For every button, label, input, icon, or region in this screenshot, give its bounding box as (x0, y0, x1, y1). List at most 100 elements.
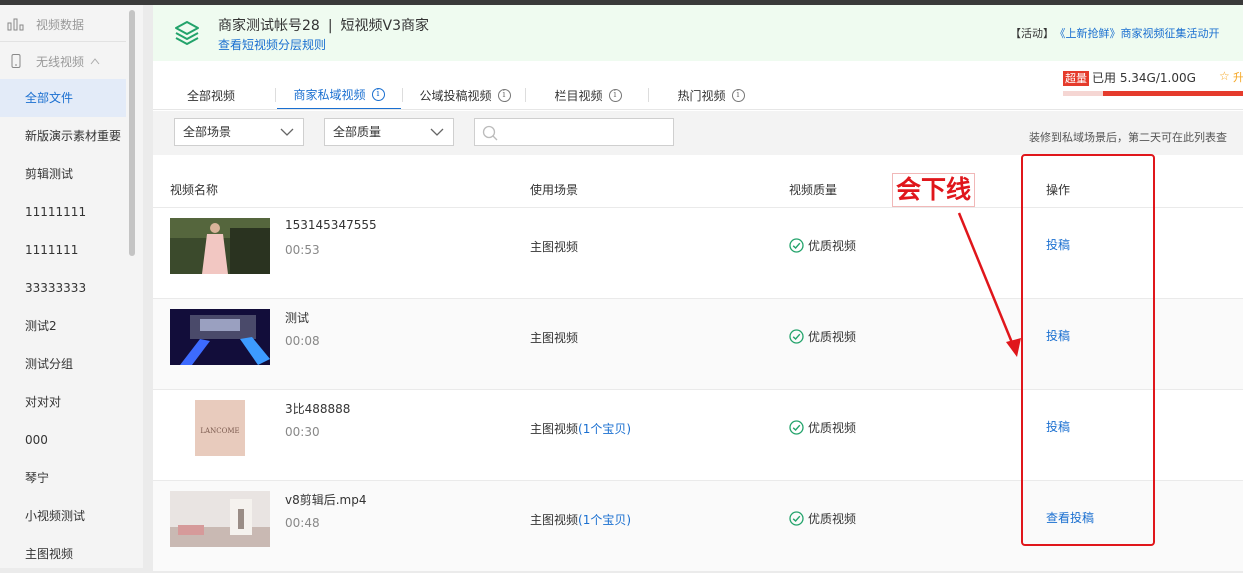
sidebar-scrollbar-thumb[interactable] (129, 10, 135, 256)
sidebar: 视频数据 无线视频 全部文件 新版演示素材重要 剪辑测试 11111111 111111… (0, 5, 143, 568)
video-quality: 优质视频 (789, 237, 856, 254)
tab-label: 公域投稿视频 (419, 88, 492, 103)
video-name: 测试 (285, 311, 310, 325)
sidebar-item[interactable]: 全部文件 (0, 79, 126, 117)
sidebar-group-label: 无线视频 (36, 54, 85, 69)
annotation-box (1021, 154, 1155, 546)
quality-select-value: 全部质量 (333, 125, 382, 139)
tab-label: 全部视频 (186, 88, 235, 103)
storage-progress-bar (1063, 91, 1243, 96)
sidebar-item[interactable]: 剪辑测试 (0, 155, 126, 193)
activity-link[interactable]: 《上新抢鲜》商家视频征集活动开 (1060, 27, 1220, 40)
filter-note: 装修到私域场景后，第二天可在此列表查 (1029, 131, 1227, 144)
upgrade-link[interactable]: 升 (1233, 69, 1243, 85)
tab-separator (648, 88, 649, 102)
tab-0[interactable]: 全部视频 (153, 80, 269, 110)
check-circle-icon (789, 420, 804, 435)
tabs-underline (153, 109, 1243, 110)
check-circle-icon (789, 329, 804, 344)
video-tabs: 全部视频 商家私域视频 i 公域投稿视频 i 栏目视频 i 热门视频 i (153, 80, 793, 110)
overquota-badge: 超量 (1063, 71, 1089, 86)
tab-2[interactable]: 公域投稿视频 i (404, 80, 526, 110)
search-icon (482, 125, 498, 141)
lancome-icon[interactable]: LANCOME (170, 400, 270, 456)
room-icon[interactable] (170, 491, 270, 547)
video-scene: 主图视频 (530, 238, 578, 255)
account-banner: 商家测试帐号28 | 短视频V3商家 查看短视频分层规则 【活动】 《上新抢鲜》商家视… (153, 5, 1243, 61)
scene-text: 主图视频 (530, 422, 579, 436)
account-level: 短视频V3商家 (340, 18, 430, 34)
tab-label: 热门视频 (677, 88, 726, 103)
quality-text: 优质视频 (808, 239, 857, 253)
phone-icon (6, 54, 26, 68)
tab-label: 栏目视频 (554, 88, 603, 103)
storage-used-text: 已用 5.34G/1.00G (1092, 71, 1196, 85)
tab-1[interactable]: 商家私域视频 i (277, 80, 401, 110)
sidebar-item[interactable]: 测试分组 (0, 345, 126, 383)
bar-chart-icon (6, 17, 26, 31)
sidebar-item[interactable]: 1111111 (0, 231, 126, 269)
sidebar-item[interactable]: 对对对 (0, 383, 126, 421)
annotation-arrow-icon (957, 212, 1021, 357)
video-duration: 00:30 (285, 425, 320, 439)
svg-text:LANCOME: LANCOME (200, 427, 239, 435)
search-input[interactable] (474, 118, 674, 146)
sidebar-item[interactable]: 琴宁 (0, 459, 126, 497)
video-duration: 00:08 (285, 334, 320, 348)
chevron-down-icon (280, 128, 294, 136)
account-divider: | (327, 18, 333, 34)
quality-select[interactable]: 全部质量 (324, 118, 454, 146)
activity-tag: 【活动】 (1010, 27, 1054, 40)
video-scene: 主图视频 (530, 329, 578, 346)
video-name: v8剪辑后.mp4 (285, 493, 367, 507)
header-scene: 使用场景 (530, 183, 579, 197)
video-scene: 主图视频(1个宝贝) (530, 420, 631, 437)
annotation-label: 会下线 (892, 173, 976, 207)
scene-text: 主图视频 (530, 513, 579, 527)
account-name: 商家测试帐号28 (218, 18, 320, 34)
tab-4[interactable]: 热门视频 i (650, 80, 772, 110)
filter-bar: 全部场景 全部质量 装修到私域场景后，第二天可在此列表查 (153, 111, 1243, 155)
info-icon[interactable]: i (608, 88, 622, 102)
info-icon[interactable]: i (371, 87, 385, 101)
quality-text: 优质视频 (808, 512, 857, 526)
tab-3[interactable]: 栏目视频 i (527, 80, 649, 110)
video-duration: 00:48 (285, 516, 320, 530)
info-icon[interactable]: i (497, 88, 511, 102)
sidebar-item[interactable]: 33333333 (0, 269, 126, 307)
main-panel: 商家测试帐号28 | 短视频V3商家 查看短视频分层规则 【活动】 《上新抢鲜》商家视… (153, 5, 1243, 571)
sidebar-item[interactable]: 11111111 (0, 193, 126, 231)
sidebar-item[interactable]: 小视频测试 (0, 497, 126, 535)
check-circle-icon (789, 511, 804, 526)
goods-link[interactable]: (1个宝贝) (578, 513, 631, 527)
check-circle-icon (789, 238, 804, 253)
info-icon[interactable]: i (731, 88, 745, 102)
tab-separator (275, 88, 276, 102)
rule-link[interactable]: 查看短视频分层规则 (218, 36, 326, 53)
star-icon[interactable]: ☆ (1219, 69, 1230, 83)
video-name: 3比488888 (285, 402, 351, 416)
scene-select[interactable]: 全部场景 (174, 118, 304, 146)
sidebar-items: 全部文件 新版演示素材重要 剪辑测试 11111111 1111111 33333333 测… (0, 79, 126, 573)
sidebar-item[interactable]: 主图视频 (0, 535, 126, 573)
video-scene: 主图视频(1个宝贝) (530, 511, 631, 528)
goods-link[interactable]: (1个宝贝) (578, 422, 631, 436)
activity-notice: 【活动】 《上新抢鲜》商家视频征集活动开 (1010, 25, 1220, 41)
scene-text: 主图视频 (530, 240, 579, 254)
scene-text: 主图视频 (530, 331, 579, 345)
sidebar-item[interactable]: 新版演示素材重要 (0, 117, 126, 155)
sidebar-item[interactable]: 000 (0, 421, 126, 459)
sidebar-item[interactable]: 测试2 (0, 307, 126, 345)
account-title: 商家测试帐号28 | 短视频V3商家 (218, 15, 429, 35)
scene-select-value: 全部场景 (183, 125, 232, 139)
storage-progress-fill (1103, 91, 1243, 96)
woman-icon[interactable] (170, 218, 270, 274)
chevron-up-icon (90, 57, 100, 65)
sidebar-group-wireless[interactable]: 无线视频 (0, 42, 126, 80)
header-quality: 视频质量 (789, 183, 838, 197)
stage-icon[interactable] (170, 309, 270, 365)
layers-icon (175, 21, 199, 45)
tab-separator (525, 88, 526, 102)
sidebar-video-data[interactable]: 视频数据 (0, 5, 126, 43)
tab-separator (402, 88, 403, 102)
